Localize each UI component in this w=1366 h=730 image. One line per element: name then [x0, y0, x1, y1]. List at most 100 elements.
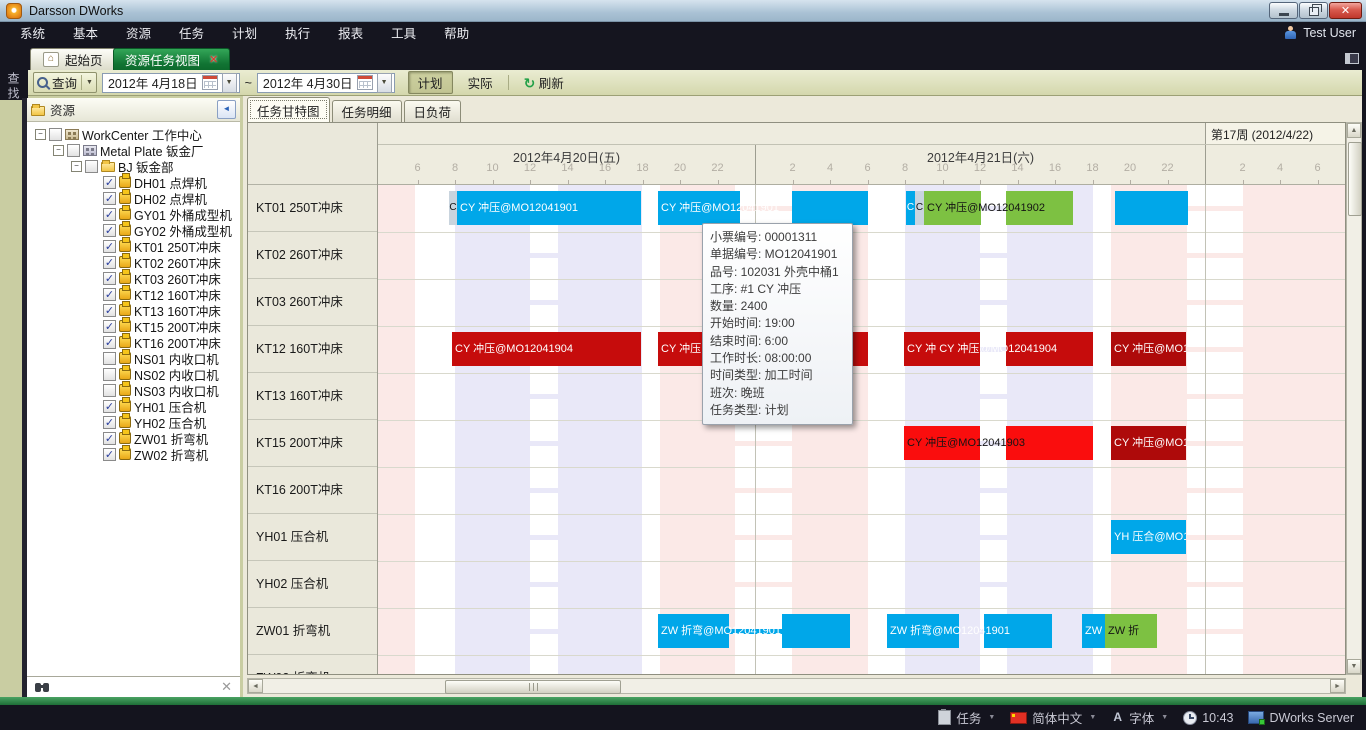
horizontal-scroll-thumb[interactable] [445, 680, 621, 694]
layout-panel-icon[interactable] [1345, 53, 1359, 64]
break-connector [1187, 488, 1243, 493]
tree-checkbox[interactable]: ✓ [103, 240, 116, 253]
date-from-dropdown[interactable]: ▼ [222, 73, 237, 93]
tab-resource-task-view[interactable]: 资源任务视图 ✕ [113, 48, 230, 70]
find-icon[interactable] [35, 682, 51, 692]
task-bar[interactable]: ZW 折弯@MO12041901 [658, 614, 729, 648]
actual-toggle-button[interactable]: 实际 [458, 71, 503, 94]
task-bar[interactable]: CY 冲 CY 冲压@MO12041904 [904, 332, 980, 366]
tree-checkbox[interactable]: ✓ [103, 256, 116, 269]
tree-checkbox[interactable]: ✓ [103, 304, 116, 317]
machine-icon [119, 288, 131, 300]
status-item-clipboard[interactable]: 任务▼ [938, 708, 995, 727]
calendar-icon[interactable] [357, 75, 373, 90]
restore-button[interactable] [1299, 2, 1328, 19]
tree-checkbox[interactable]: ✓ [103, 208, 116, 221]
task-chip[interactable]: C [915, 191, 924, 225]
hour-tick-label: 4 [1277, 162, 1283, 174]
query-dropdown-icon[interactable]: ▼ [86, 79, 93, 86]
task-bar[interactable]: ZW [1082, 614, 1105, 648]
menu-item-6[interactable]: 报表 [324, 22, 377, 47]
vertical-scrollbar[interactable]: ▲ ▼ [1346, 122, 1362, 675]
task-bar[interactable]: ZW 折弯@MO12041901 [887, 614, 959, 648]
scroll-right-icon[interactable]: ► [1330, 679, 1345, 693]
status-item-font[interactable]: A字体▼ [1111, 708, 1168, 727]
chevron-down-icon[interactable]: ▼ [988, 714, 995, 721]
tree-checkbox[interactable] [67, 144, 80, 157]
task-bar[interactable]: CY 冲压@MO12041904 [452, 332, 641, 366]
menu-item-1[interactable]: 基本 [59, 22, 112, 47]
tree-checkbox[interactable]: ✓ [103, 416, 116, 429]
tree-checkbox[interactable]: ✓ [103, 272, 116, 285]
tab-daily-load[interactable]: 日负荷 [404, 100, 462, 122]
tree-checkbox[interactable]: ✓ [103, 320, 116, 333]
menu-item-5[interactable]: 执行 [271, 22, 324, 47]
date-to-picker[interactable]: 2012年 4月30日 ▼ [257, 73, 395, 93]
tree-checkbox[interactable]: ✓ [103, 336, 116, 349]
clear-find-icon[interactable]: ✕ [221, 679, 232, 695]
task-bar[interactable]: CY 冲压@MO12041901 [457, 191, 641, 225]
tree-checkbox[interactable]: ✓ [103, 400, 116, 413]
horizontal-scrollbar[interactable]: ◄ ► [247, 678, 1346, 694]
task-bar[interactable]: CY 冲压@MO12041901 [658, 191, 740, 225]
task-bar[interactable] [792, 191, 868, 225]
task-chip[interactable]: C [449, 191, 457, 225]
tree-item[interactable]: ✓ZW02 折弯机 [27, 446, 240, 462]
tab-task-detail[interactable]: 任务明细 [332, 100, 402, 122]
current-user[interactable]: Test User [1284, 26, 1356, 40]
tree-checkbox[interactable]: ✓ [103, 176, 116, 189]
tree-expander-icon[interactable]: − [35, 129, 46, 140]
tree-checkbox[interactable]: ✓ [103, 288, 116, 301]
task-bar[interactable]: ZW 折 [1105, 614, 1157, 648]
minimize-button[interactable] [1269, 2, 1298, 19]
tree-checkbox[interactable]: ✓ [103, 192, 116, 205]
tree-checkbox[interactable] [103, 368, 116, 381]
tree-checkbox[interactable]: ✓ [103, 224, 116, 237]
status-item-flag[interactable]: 简体中文▼ [1010, 708, 1096, 727]
task-chip[interactable]: C [906, 191, 915, 225]
task-bar[interactable]: CY 冲压@MO12041902 [924, 191, 981, 225]
tree-checkbox[interactable]: ✓ [103, 448, 116, 461]
collapse-panel-button[interactable]: ◄ [217, 100, 236, 119]
status-item-clock[interactable]: 10:43 [1183, 711, 1233, 725]
calendar-icon[interactable] [202, 75, 218, 90]
scroll-left-icon[interactable]: ◄ [248, 679, 263, 693]
tree-expander-icon[interactable]: − [71, 161, 82, 172]
chevron-down-icon[interactable]: ▼ [1161, 714, 1168, 721]
task-bar[interactable]: CY 冲压@MO12041903 [904, 426, 980, 460]
tree-checkbox[interactable] [103, 384, 116, 397]
menu-item-4[interactable]: 计划 [218, 22, 271, 47]
refresh-button[interactable]: ↻ 刷新 [514, 71, 574, 94]
server-icon [1248, 711, 1264, 724]
tree-checkbox[interactable]: ✓ [103, 432, 116, 445]
vertical-scroll-thumb[interactable] [1348, 142, 1362, 216]
menu-item-3[interactable]: 任务 [165, 22, 218, 47]
tab-task-gantt[interactable]: 任务甘特图 [247, 97, 330, 122]
tab-start-page[interactable]: ⌂ 起始页 [30, 48, 116, 70]
task-bar[interactable]: YH 压合@MO1 [1111, 520, 1186, 554]
menu-item-8[interactable]: 帮助 [430, 22, 483, 47]
task-bar[interactable]: CY 冲压@MO1 [1111, 332, 1186, 366]
date-to-dropdown[interactable]: ▼ [377, 73, 392, 93]
machine-icon [119, 192, 131, 204]
collapsed-find-panel-tab[interactable]: 查找 [5, 72, 22, 102]
status-item-server[interactable]: DWorks Server [1248, 711, 1354, 725]
tree-checkbox[interactable] [103, 352, 116, 365]
tab-close-icon[interactable]: ✕ [209, 53, 218, 66]
scroll-down-icon[interactable]: ▼ [1347, 659, 1361, 674]
tree-checkbox[interactable] [49, 128, 62, 141]
menu-item-7[interactable]: 工具 [377, 22, 430, 47]
query-button[interactable]: 查询 ▼ [33, 72, 97, 93]
tree-expander-icon[interactable]: − [53, 145, 64, 156]
task-bar[interactable] [1115, 191, 1188, 225]
tree-checkbox[interactable] [85, 160, 98, 173]
date-from-picker[interactable]: 2012年 4月18日 ▼ [102, 73, 240, 93]
chevron-down-icon[interactable]: ▼ [1089, 714, 1096, 721]
plan-toggle-button[interactable]: 计划 [408, 71, 453, 94]
menu-item-2[interactable]: 资源 [112, 22, 165, 47]
scroll-up-icon[interactable]: ▲ [1347, 123, 1361, 138]
close-button[interactable]: ✕ [1329, 2, 1362, 19]
menu-item-0[interactable]: 系统 [6, 22, 59, 47]
task-bar[interactable]: CY 冲压@MO1 [1111, 426, 1186, 460]
task-bar[interactable] [782, 614, 850, 648]
